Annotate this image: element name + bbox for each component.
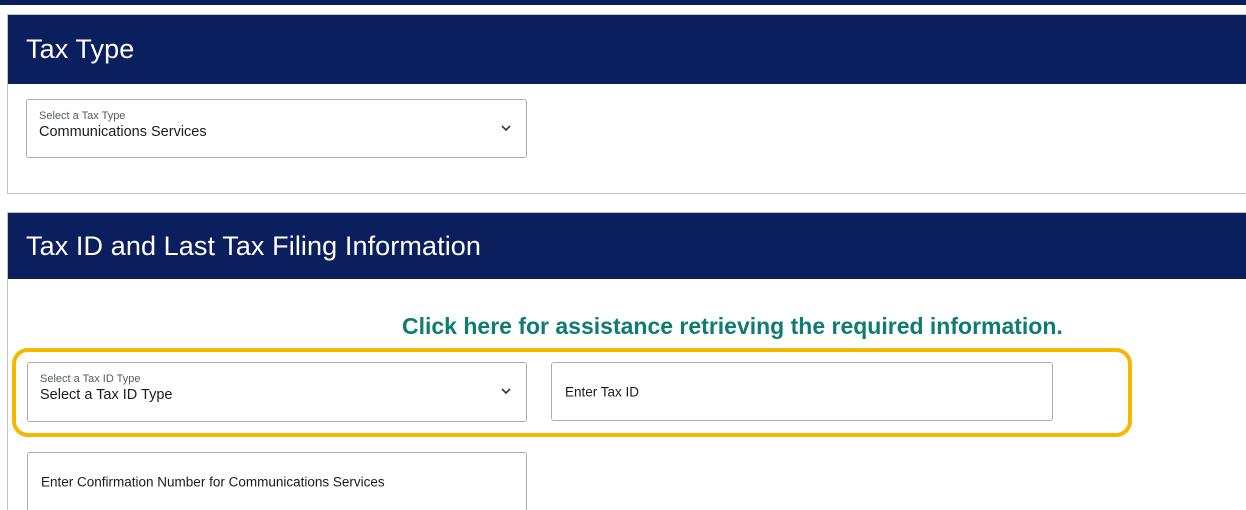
chevron-down-icon (501, 388, 511, 395)
tax-id-header: Tax ID and Last Tax Filing Information (8, 213, 1246, 279)
tax-id-title: Tax ID and Last Tax Filing Information (26, 230, 482, 261)
assistance-link[interactable]: Click here for assistance retrieving the… (402, 313, 1063, 340)
tax-type-select-value: Communications Services (39, 124, 207, 140)
chevron-down-icon (501, 124, 511, 131)
tax-type-select[interactable]: Select a Tax Type Communications Service… (26, 99, 527, 158)
tax-id-input-placeholder: Enter Tax ID (565, 384, 640, 399)
tax-type-header: Tax Type (8, 15, 1246, 84)
confirmation-number-input[interactable]: Enter Confirmation Number for Communicat… (27, 452, 527, 510)
tax-id-type-select-label: Select a Tax ID Type (40, 373, 141, 385)
tax-type-title: Tax Type (26, 34, 135, 64)
tax-type-select-label: Select a Tax Type (39, 110, 126, 122)
top-divider (0, 0, 1246, 8)
tax-form-page: Tax Type Select a Tax Type Communication… (0, 0, 1246, 510)
tax-id-type-select[interactable]: Select a Tax ID Type Select a Tax ID Typ… (27, 362, 527, 422)
confirmation-number-placeholder: Enter Confirmation Number for Communicat… (41, 474, 385, 490)
tax-id-type-select-value: Select a Tax ID Type (40, 387, 173, 403)
tax-id-input[interactable]: Enter Tax ID (551, 362, 1053, 421)
